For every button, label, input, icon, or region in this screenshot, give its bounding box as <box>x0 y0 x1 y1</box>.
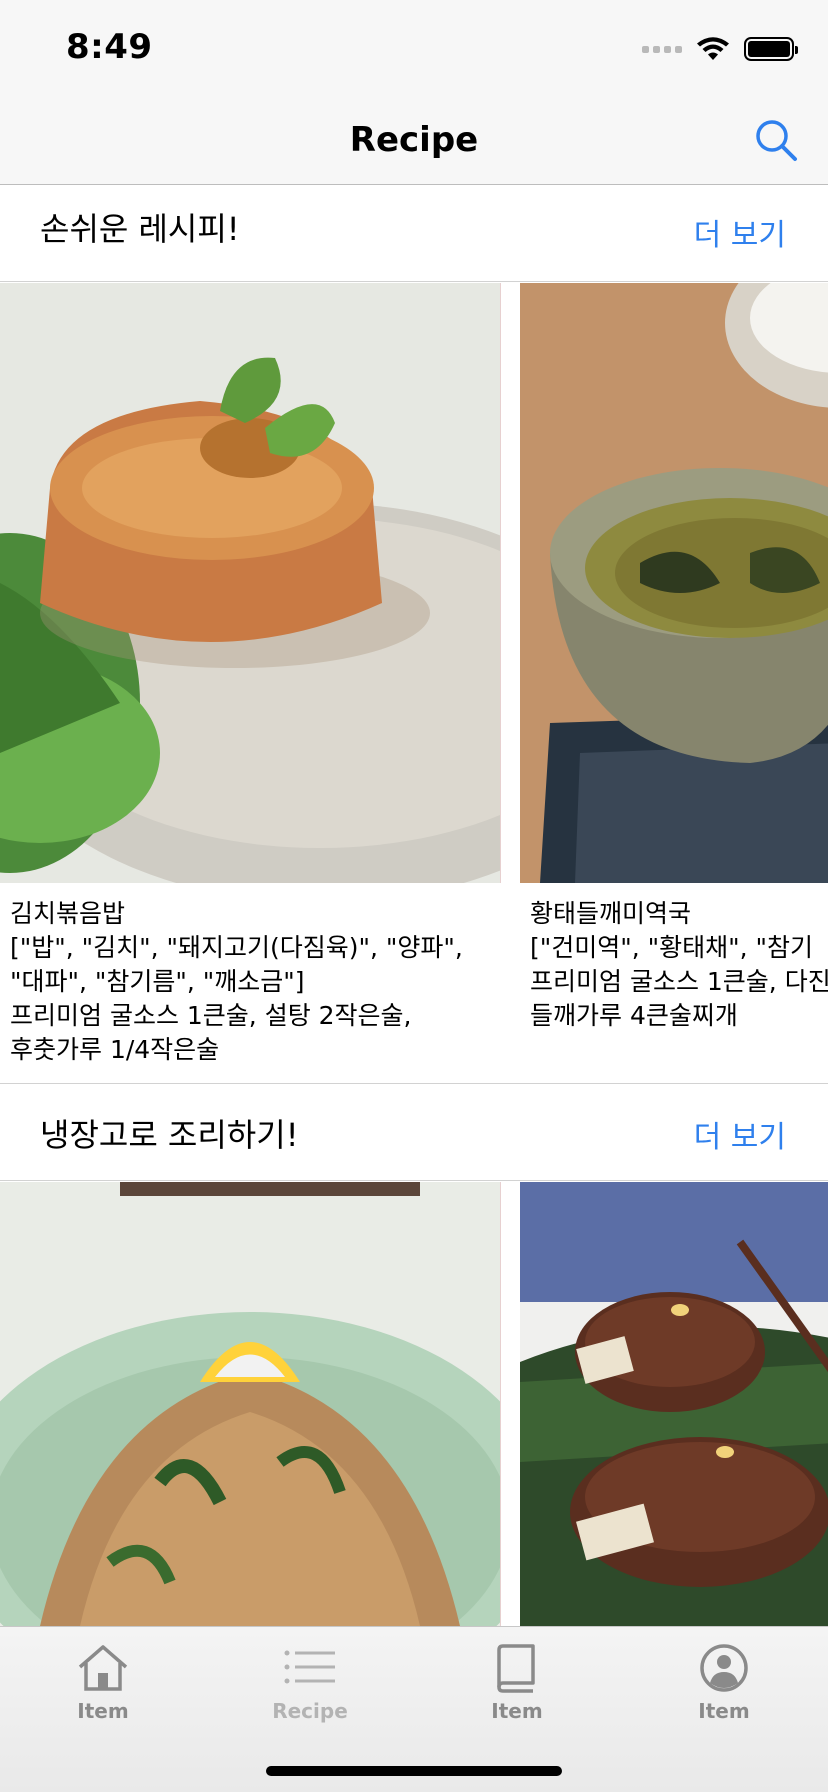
tab-label: Item <box>698 1699 750 1723</box>
list-icon <box>284 1650 335 1684</box>
recipe-carousel[interactable] <box>0 1182 828 1626</box>
home-icon <box>78 1645 128 1691</box>
section-title: 손쉬운 레시피! <box>40 210 240 248</box>
recipe-feed[interactable]: 손쉬운 레시피! 더 보기 김치볶음밥 ["밥", "김치", "돼지고기(다짐… <box>0 186 828 1626</box>
more-button[interactable]: 더 보기 <box>694 1112 786 1156</box>
person-icon <box>700 1644 748 1692</box>
tab-item-home[interactable]: Item <box>43 1643 163 1743</box>
battery-icon <box>744 37 798 61</box>
page-title: Recipe <box>349 120 479 160</box>
recipe-info: 김치볶음밥 ["밥", "김치", "돼지고기(다짐육)", "양파", "대파… <box>10 897 480 1067</box>
section-title: 냉장고로 조리하기! <box>40 1116 299 1154</box>
recipe-photo <box>520 283 828 883</box>
recipe-seasoning: 프리미엄 굴소스 1큰술, 다진 <box>530 967 828 996</box>
recipe-info: 황태들깨미역국 ["건미역", "황태채", "참기 프리미엄 굴소스 1큰술,… <box>530 897 828 1033</box>
navigation-bar: Recipe <box>0 94 828 185</box>
card-divider <box>500 1182 501 1626</box>
home-indicator <box>266 1766 562 1776</box>
section-header-easy-recipes: 손쉬운 레시피! 더 보기 <box>0 186 828 282</box>
recipe-photo <box>0 283 500 883</box>
tab-label: Item <box>491 1699 543 1723</box>
status-bar: 8:49 <box>0 0 828 94</box>
recipe-ingredients: ["밥", "김치", "돼지고기(다짐육)", "양파", "대파", "참기… <box>10 933 463 996</box>
wifi-icon <box>697 37 729 60</box>
tab-label: Item <box>77 1699 129 1723</box>
recipe-seasoning: 프리미엄 굴소스 1큰술, 설탕 2작은술, 후춧가루 1/4작은술 <box>10 1001 412 1064</box>
status-time: 8:49 <box>66 27 153 67</box>
search-button[interactable] <box>750 114 802 166</box>
tab-item-profile[interactable]: Item <box>664 1643 784 1743</box>
recipe-title: 황태들깨미역국 <box>530 899 692 928</box>
recipe-carousel[interactable]: 김치볶음밥 ["밥", "김치", "돼지고기(다짐육)", "양파", "대파… <box>0 283 828 1067</box>
recipe-seasoning-continued: 들깨가루 4큰술찌개 <box>530 1001 738 1030</box>
cellular-signal-icon <box>642 45 682 53</box>
tab-item-book[interactable]: Item <box>457 1643 577 1743</box>
book-icon <box>497 1644 535 1693</box>
tab-recipe[interactable]: Recipe <box>250 1643 370 1743</box>
more-button[interactable]: 더 보기 <box>694 210 786 254</box>
recipe-title: 김치볶음밥 <box>10 899 126 928</box>
recipe-photo <box>520 1182 828 1626</box>
tab-label: Recipe <box>272 1699 348 1723</box>
recipe-ingredients: ["건미역", "황태채", "참기 <box>530 933 814 962</box>
search-icon <box>756 120 797 161</box>
recipe-photo <box>0 1182 500 1626</box>
section-header-fridge-cooking: 냉장고로 조리하기! 더 보기 <box>0 1083 828 1181</box>
status-icons <box>642 34 798 64</box>
card-divider <box>500 283 501 883</box>
